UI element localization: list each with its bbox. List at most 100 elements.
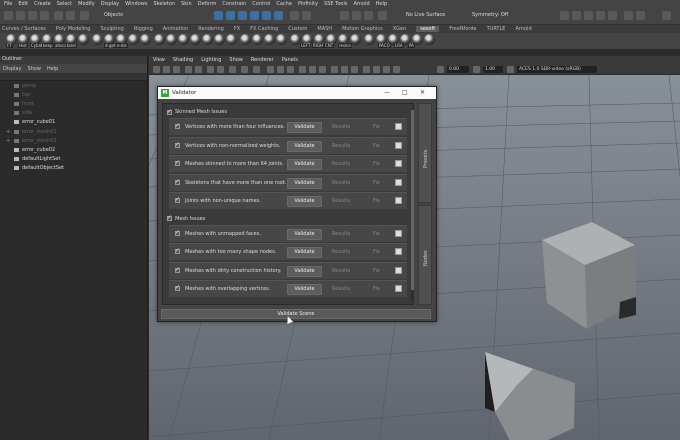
shelf-tab-motion-graphics[interactable]: Motion Graphics	[342, 26, 383, 32]
validator-titlebar[interactable]: M Validator — □ ✕	[158, 87, 436, 99]
viewport-menu-view[interactable]: View	[153, 57, 165, 63]
shelf-tab-freenforde[interactable]: FreeNforde	[449, 26, 476, 32]
symmetry-dropdown[interactable]: Symmetry: Off	[472, 12, 508, 18]
shelf-tool-icon[interactable]	[264, 34, 275, 45]
menu-item-select[interactable]: Select	[57, 1, 72, 7]
fix-button[interactable]: Fix	[373, 180, 380, 186]
shelf-tool-icon[interactable]	[178, 34, 189, 45]
fix-button[interactable]: Fix	[373, 143, 380, 149]
shelf-tab-rigging[interactable]: Rigging	[134, 26, 153, 32]
results-button[interactable]: Results	[332, 143, 350, 149]
open-scene-icon[interactable]	[28, 11, 37, 20]
fix-button[interactable]: Fix	[373, 231, 380, 237]
motion-blur-icon[interactable]	[341, 66, 348, 73]
outliner-item-defaultlightset[interactable]: defaultLightSet	[0, 155, 147, 164]
safe-action-icon[interactable]	[253, 66, 260, 73]
check-enable-checkbox[interactable]	[175, 266, 180, 273]
resolution-gate-icon[interactable]	[217, 66, 224, 73]
validate-button[interactable]: Validate	[287, 177, 322, 189]
menu-item-help[interactable]: Help	[376, 1, 387, 7]
antialiasing-icon[interactable]	[351, 66, 358, 73]
viewport-menu-renderer[interactable]: Renderer	[251, 57, 274, 63]
shelf-tool-icon[interactable]	[240, 34, 251, 45]
validate-button[interactable]: Validate	[287, 228, 322, 240]
shelf-tool-icon[interactable]	[424, 34, 435, 45]
xray-icon[interactable]	[373, 66, 380, 73]
status-checkbox[interactable]	[395, 160, 402, 167]
snap-surface-icon[interactable]	[364, 11, 373, 20]
viewport-menu-panels[interactable]: Panels	[282, 57, 298, 63]
scrollbar-thumb[interactable]	[411, 110, 414, 290]
view-transform-dropdown[interactable]: ACES 1.0 SDR-video (sRGB)	[517, 66, 597, 73]
outliner-menu-show[interactable]: Show	[27, 66, 41, 72]
outliner-item-side[interactable]: side	[0, 109, 147, 118]
paint-select-icon[interactable]	[238, 11, 247, 20]
expand-icon[interactable]: +	[6, 129, 10, 135]
color-management-icon[interactable]	[507, 66, 514, 73]
ambient-occlusion-icon[interactable]	[331, 66, 338, 73]
gamma-icon[interactable]	[473, 66, 480, 73]
camera-select-icon[interactable]	[153, 66, 160, 73]
menu-item-create[interactable]: Create	[34, 1, 51, 7]
status-checkbox[interactable]	[395, 266, 402, 274]
close-icon[interactable]: ✕	[420, 89, 425, 96]
xray-joints-icon[interactable]	[383, 66, 390, 73]
status-checkbox[interactable]	[395, 141, 402, 149]
shelf-tool-icon[interactable]	[202, 34, 213, 45]
shelf-tab-fx[interactable]: FX	[234, 26, 240, 32]
shelf-tool-icon[interactable]	[140, 34, 151, 45]
expand-icon[interactable]: +	[6, 138, 10, 144]
outliner-item-error_mesh01[interactable]: + error_mesh01	[0, 127, 147, 136]
results-button[interactable]: Results	[332, 231, 350, 237]
camera-attributes-icon[interactable]	[163, 66, 170, 73]
arnold-render-icon[interactable]	[624, 11, 633, 20]
outliner-item-persp[interactable]: persp	[0, 81, 147, 90]
gamma-field[interactable]: 1.00	[483, 66, 503, 73]
scale-tool-icon[interactable]	[274, 11, 283, 20]
menu-item-control[interactable]: Control	[252, 1, 270, 7]
shelf-tab-custom[interactable]: Custom	[288, 26, 307, 32]
select-tool-icon[interactable]	[214, 11, 223, 20]
validate-scene-button[interactable]: Validate Scene	[161, 309, 431, 319]
section-checkbox[interactable]	[167, 214, 172, 221]
status-checkbox[interactable]	[395, 285, 402, 292]
outliner-search-input[interactable]	[0, 73, 147, 81]
gate-mask-icon[interactable]	[229, 66, 236, 73]
check-enable-checkbox[interactable]	[175, 159, 180, 166]
viewport-menu-show[interactable]: Show	[229, 57, 243, 63]
validate-button[interactable]: Validate	[287, 122, 322, 133]
maximize-icon[interactable]: □	[402, 89, 408, 96]
outliner-item-defaultobjectset[interactable]: defaultObjectSet	[0, 164, 147, 173]
menu-item-edit[interactable]: Edit	[18, 1, 28, 7]
validate-button[interactable]: Validate	[287, 140, 322, 152]
shadows-icon[interactable]	[319, 66, 326, 73]
fix-button[interactable]: Fix	[373, 198, 380, 204]
fix-button[interactable]: Fix	[373, 161, 380, 167]
shelf-tool-icon[interactable]	[252, 34, 263, 45]
toolbox-toggle-icon[interactable]	[662, 11, 671, 20]
shelf-tool-icon[interactable]	[364, 34, 375, 45]
minimize-icon[interactable]: —	[384, 89, 390, 96]
film-gate-icon[interactable]	[207, 66, 214, 73]
bookmark-icon[interactable]	[173, 66, 180, 73]
checks-scrollbar[interactable]	[411, 108, 414, 302]
fix-button[interactable]: Fix	[373, 268, 380, 274]
move-tool-icon[interactable]	[250, 11, 259, 20]
hypershade-icon[interactable]	[596, 11, 605, 20]
results-button[interactable]: Results	[332, 124, 350, 130]
menu-item-constrain[interactable]: Constrain	[222, 1, 246, 7]
fix-button[interactable]: Fix	[373, 286, 380, 292]
xray-components-icon[interactable]	[393, 66, 400, 73]
results-button[interactable]: Results	[332, 198, 350, 204]
results-button[interactable]: Results	[332, 286, 350, 292]
shelf-tab-sesoft[interactable]: sesoft	[416, 26, 440, 32]
outliner-menu-display[interactable]: Display	[3, 66, 21, 72]
shelf-tab-animation[interactable]: Animation	[163, 26, 189, 32]
viewport-menu-shading[interactable]: Shading	[173, 57, 193, 63]
ipr-render-icon[interactable]	[572, 11, 581, 20]
menu-item-sse-tools[interactable]: SSE Tools	[324, 1, 347, 7]
outliner-item-error_mesh02[interactable]: + error_mesh02	[0, 136, 147, 145]
section-checkbox[interactable]	[167, 108, 172, 115]
tab-presets[interactable]: Presets	[418, 103, 432, 203]
check-enable-checkbox[interactable]	[175, 178, 180, 185]
